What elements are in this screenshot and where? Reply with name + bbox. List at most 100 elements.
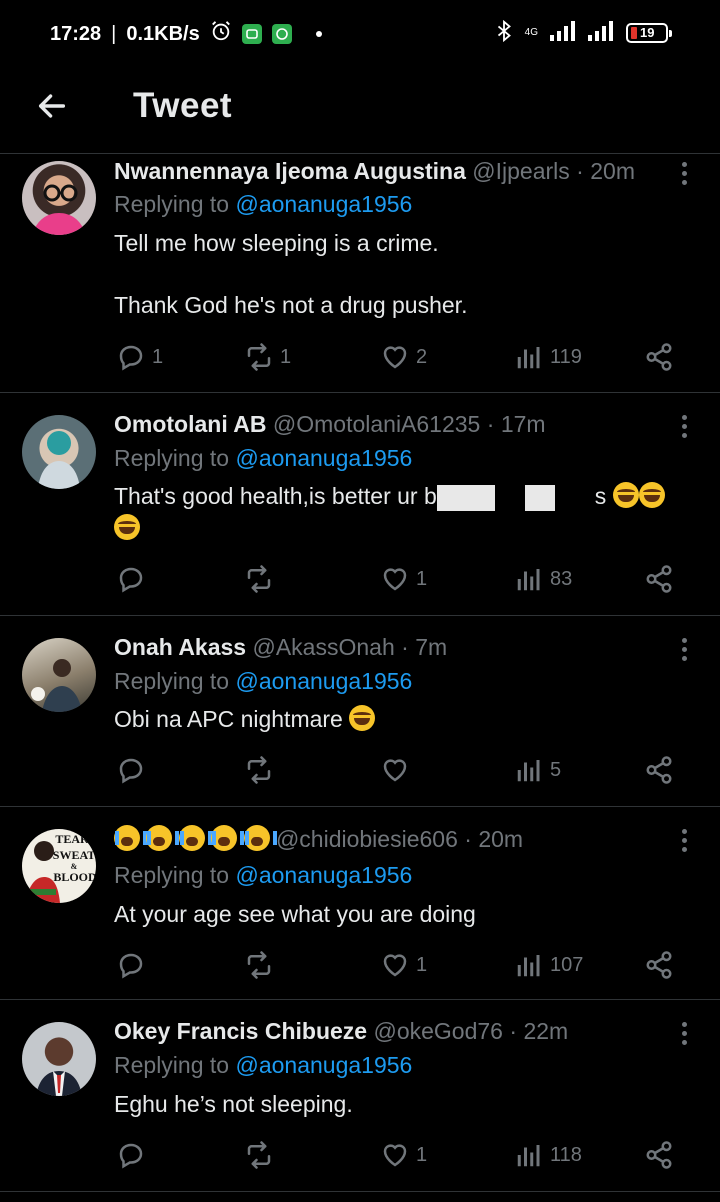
signal-type: 4G (524, 27, 538, 38)
battery-icon: 19 (626, 22, 672, 43)
like-button[interactable]: 1 (380, 1138, 427, 1172)
retweet-button[interactable]: 1 (244, 340, 291, 374)
action-bar: 5 (114, 753, 684, 787)
mention-link[interactable]: @aonanuga1956 (235, 191, 412, 217)
reply-icon (119, 758, 143, 784)
reply-icon (119, 1143, 143, 1169)
separator: · (576, 158, 584, 184)
tweet-text: Eghu he’s not sleeping. (114, 1088, 690, 1120)
redaction-block (436, 484, 495, 511)
mention-link[interactable]: @aonanuga1956 (235, 1052, 412, 1078)
replying-prefix: Replying to (114, 191, 236, 217)
views-button[interactable]: 119 (514, 340, 582, 374)
author-name[interactable]: Okey Francis Chibueze (114, 1018, 367, 1044)
share-button[interactable] (644, 948, 674, 982)
views-button[interactable]: 107 (514, 948, 583, 982)
reply-button[interactable] (116, 948, 152, 982)
author-handle[interactable]: @AkassOnah (252, 634, 394, 660)
reply-button[interactable] (116, 1138, 152, 1172)
more-options-button[interactable] (674, 158, 694, 188)
separator: · (401, 634, 409, 660)
avatar[interactable] (22, 161, 96, 235)
tweet-time[interactable]: 20m (590, 158, 635, 184)
tweet-text-line: Tell me how sleeping is a crime. (114, 230, 439, 256)
views-button[interactable]: 118 (514, 1138, 582, 1172)
share-button[interactable] (644, 753, 674, 787)
replying-prefix: Replying to (114, 1052, 236, 1078)
like-count: 1 (416, 567, 428, 590)
retweet-button[interactable] (244, 948, 280, 982)
more-options-button[interactable] (674, 634, 694, 664)
reply-button[interactable] (116, 753, 152, 787)
bluetooth-icon (495, 19, 513, 45)
share-button[interactable] (644, 562, 674, 596)
author-handle[interactable]: @okeGod76 (373, 1018, 503, 1044)
views-count: 107 (550, 953, 584, 976)
replying-to: Replying to @aonanuga1956 (114, 1052, 412, 1079)
author-name[interactable]: Nwannennaya Ijeoma Augustina (114, 158, 466, 184)
more-options-button[interactable] (674, 825, 694, 855)
author-handle[interactable]: @Ijpearls (472, 158, 570, 184)
replying-prefix: Replying to (114, 445, 236, 471)
avatar[interactable] (22, 415, 96, 489)
reply-button[interactable]: 1 (116, 340, 163, 374)
retweet-icon (247, 951, 271, 979)
mention-link[interactable]: @aonanuga1956 (235, 445, 412, 471)
like-button[interactable]: 1 (380, 562, 427, 596)
avatar[interactable]: TEAR SWEAT & BLOOD (22, 829, 96, 903)
like-button[interactable]: 2 (380, 340, 427, 374)
like-button[interactable] (380, 753, 416, 787)
views-count: 83 (550, 567, 573, 590)
tweet-text: At your age see what you are doing (114, 898, 690, 930)
avatar[interactable] (22, 638, 96, 712)
tweet-time[interactable]: 20m (478, 826, 523, 852)
like-count: 2 (416, 345, 428, 368)
tweet-item[interactable]: Omotolani AB @OmotolaniA61235 · 17m Repl… (0, 393, 720, 616)
author-handle[interactable]: @OmotolaniA61235 (273, 411, 480, 437)
tweet-item[interactable]: TEAR SWEAT & BLOOD @chidiobiesie606 · 20… (0, 807, 720, 1000)
retweet-icon (247, 343, 271, 371)
tweet-item[interactable]: Okey Francis Chibueze @okeGod76 · 22m Re… (0, 1000, 720, 1192)
tweet-text-line: That's good health,is better ur b s (114, 480, 690, 512)
share-button[interactable] (644, 340, 674, 374)
share-icon (646, 951, 672, 979)
more-options-button[interactable] (674, 411, 694, 441)
retweet-button[interactable] (244, 562, 280, 596)
status-bar: 17:28 | 0.1KB/s 4G 19 (0, 0, 720, 64)
tweet-time[interactable]: 22m (523, 1018, 568, 1044)
heart-icon (383, 346, 407, 369)
chat-app-icon (241, 24, 262, 44)
status-divider: | (111, 22, 117, 45)
more-options-button[interactable] (674, 1018, 694, 1048)
views-button[interactable]: 5 (514, 753, 561, 787)
network-speed: 0.1KB/s (126, 22, 200, 45)
tweet-item[interactable]: Nwannennaya Ijeoma Augustina @Ijpearls ·… (0, 155, 720, 393)
mention-link[interactable]: @aonanuga1956 (235, 668, 412, 694)
action-bar: 1 118 (114, 1138, 684, 1172)
views-button[interactable]: 83 (514, 562, 572, 596)
reply-button[interactable] (116, 562, 152, 596)
avatar[interactable] (22, 1022, 96, 1096)
mention-link[interactable]: @aonanuga1956 (235, 862, 412, 888)
retweet-button[interactable] (244, 753, 280, 787)
share-icon (646, 756, 672, 784)
signal-icon-2 (588, 21, 614, 44)
author-handle[interactable]: @chidiobiesie606 (276, 826, 458, 852)
replying-prefix: Replying to (114, 862, 236, 888)
tweet-time[interactable]: 7m (415, 634, 447, 660)
tweet-item[interactable]: Onah Akass @AkassOnah · 7m Replying to @… (0, 616, 720, 807)
retweet-count: 1 (280, 345, 292, 368)
share-button[interactable] (644, 1138, 674, 1172)
back-button[interactable] (30, 86, 74, 130)
laughing-emoji (349, 705, 376, 731)
like-button[interactable]: 1 (380, 948, 427, 982)
author-name-emojis[interactable] (114, 825, 277, 852)
replying-to: Replying to @aonanuga1956 (114, 668, 412, 695)
crying-emoji (114, 825, 147, 851)
retweet-button[interactable] (244, 1138, 280, 1172)
author-name[interactable]: Omotolani AB (114, 411, 266, 437)
replying-to: Replying to @aonanuga1956 (114, 445, 412, 472)
share-icon (646, 565, 672, 593)
author-name[interactable]: Onah Akass (114, 634, 246, 660)
tweet-time[interactable]: 17m (501, 411, 546, 437)
